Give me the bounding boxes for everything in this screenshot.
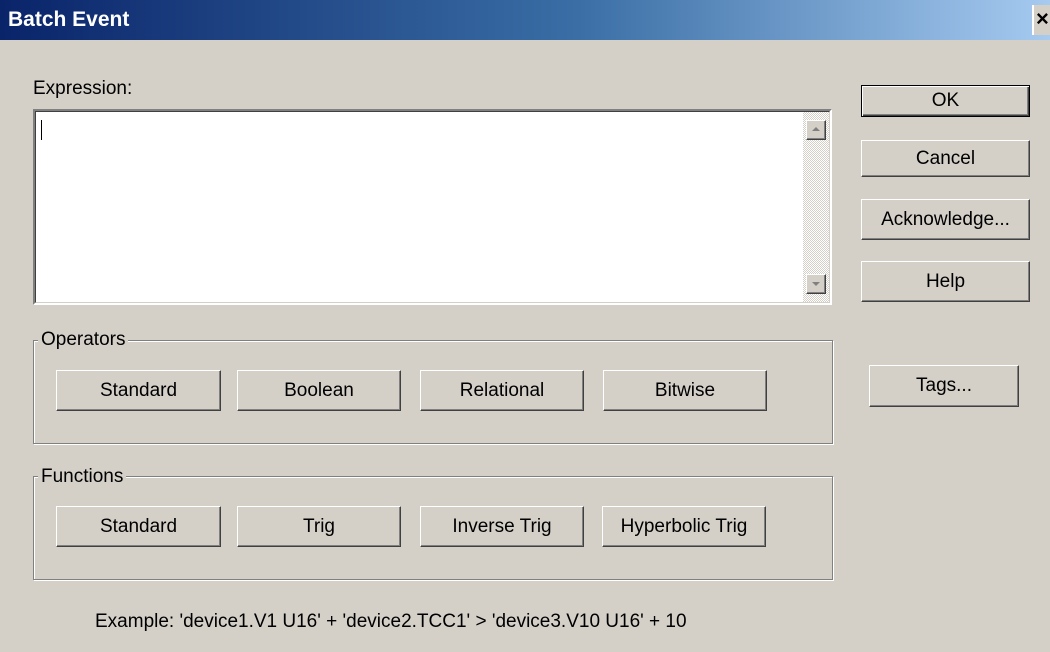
window-title: Batch Event <box>8 8 130 31</box>
operator-bitwise-button[interactable]: Bitwise <box>603 370 767 411</box>
function-trig-button[interactable]: Trig <box>237 506 401 547</box>
operators-group-title: Operators <box>38 329 129 351</box>
function-standard-button[interactable]: Standard <box>56 506 221 547</box>
acknowledge-button[interactable]: Acknowledge... <box>861 199 1030 240</box>
operator-boolean-button[interactable]: Boolean <box>237 370 401 411</box>
expression-input-frame <box>35 111 830 303</box>
functions-group-title: Functions <box>38 466 127 488</box>
help-button[interactable]: Help <box>861 261 1030 302</box>
scroll-up-arrow-icon[interactable] <box>806 120 826 140</box>
scroll-down-arrow-icon[interactable] <box>806 274 826 294</box>
close-icon[interactable]: × <box>1032 5 1050 35</box>
example-text: Example: 'device1.V1 U16' + 'device2.TCC… <box>95 611 687 632</box>
vertical-scrollbar[interactable] <box>803 112 829 302</box>
function-inverse-trig-button[interactable]: Inverse Trig <box>420 506 584 547</box>
ok-button[interactable]: OK <box>861 85 1030 117</box>
title-bar: Batch Event × <box>0 0 1050 40</box>
tags-button[interactable]: Tags... <box>869 365 1019 407</box>
cancel-button[interactable]: Cancel <box>861 140 1030 177</box>
operator-standard-button[interactable]: Standard <box>56 370 221 411</box>
operator-relational-button[interactable]: Relational <box>420 370 584 411</box>
text-caret <box>41 120 42 140</box>
function-hyperbolic-trig-button[interactable]: Hyperbolic Trig <box>602 506 766 547</box>
expression-label: Expression: <box>33 78 133 99</box>
expression-input[interactable] <box>33 109 832 305</box>
